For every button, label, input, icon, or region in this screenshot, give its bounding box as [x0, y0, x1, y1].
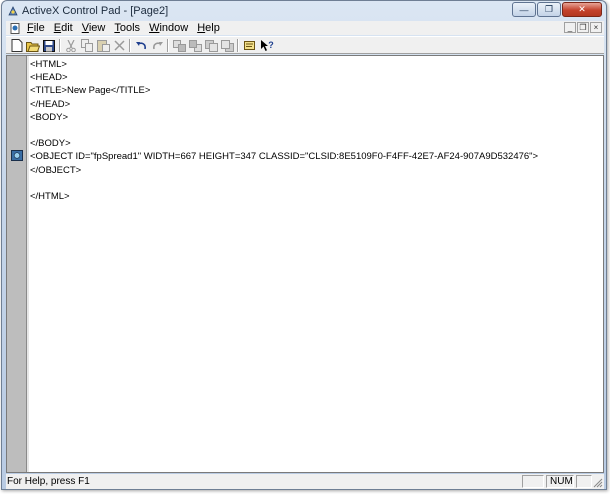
editor-code-area[interactable]: <HTML> <HEAD> <TITLE>New Page</TITLE> </… — [30, 58, 538, 203]
document-system-menu-icon[interactable] — [10, 22, 21, 34]
cut-scissors-icon — [66, 39, 76, 52]
code-line: </HTML> — [30, 190, 70, 202]
bring-forward-button[interactable] — [203, 38, 219, 53]
code-line: <OBJECT ID="fpSpread1" WIDTH=667 HEIGHT=… — [30, 151, 539, 163]
menu-help[interactable]: Help — [197, 22, 220, 34]
send-backward-icon — [220, 39, 234, 52]
mdi-minimize-button[interactable]: _ — [564, 22, 576, 33]
copy-icon — [80, 39, 93, 52]
status-pane-scroll — [576, 475, 592, 488]
menu-bar: File Edit View Tools Window Help _ ❐ × — [6, 21, 604, 35]
status-num-indicator: NUM — [546, 475, 574, 488]
code-line: </BODY> — [30, 138, 71, 150]
editor-gutter — [7, 56, 27, 472]
code-line: <HTML> — [30, 59, 67, 70]
cut-button[interactable] — [63, 38, 79, 53]
code-line: <HEAD> — [30, 72, 68, 84]
window-title: ActiveX Control Pad - [Page2] — [22, 5, 169, 17]
menu-edit[interactable]: Edit — [54, 22, 73, 34]
send-to-back-icon — [188, 39, 202, 52]
minimize-button[interactable]: — — [512, 2, 536, 17]
menu-window[interactable]: Window — [149, 22, 188, 34]
code-line: <TITLE>New Page</TITLE> — [30, 85, 151, 97]
svg-text:?: ? — [268, 40, 274, 50]
undo-button[interactable] — [133, 38, 149, 53]
bring-to-front-button[interactable] — [171, 38, 187, 53]
code-line: <BODY> — [30, 111, 69, 123]
copy-button[interactable] — [79, 38, 95, 53]
mdi-close-button[interactable]: × — [590, 22, 602, 33]
script-wizard-button[interactable] — [241, 38, 257, 53]
restore-button[interactable]: ❐ — [537, 2, 561, 17]
redo-arrow-icon — [152, 42, 163, 50]
paste-button[interactable] — [95, 38, 111, 53]
status-pane-empty — [522, 475, 544, 488]
script-wizard-scroll-icon — [243, 41, 255, 50]
code-line: </OBJECT> — [30, 164, 82, 176]
minimize-icon: — — [519, 4, 529, 15]
status-help-text: For Help, press F1 — [7, 476, 90, 487]
save-disk-icon — [43, 39, 55, 52]
save-button[interactable] — [41, 38, 57, 53]
context-help-icon: ? — [261, 40, 274, 51]
menu-tools[interactable]: Tools — [114, 22, 140, 34]
html-editor[interactable]: <HTML> <HEAD> <TITLE>New Page</TITLE> </… — [6, 55, 604, 473]
delete-x-icon — [113, 40, 125, 51]
application-window: ActiveX Control Pad - [Page2] — ❐ ✕ File… — [1, 0, 607, 490]
restore-icon: ❐ — [544, 4, 554, 14]
mdi-restore-button[interactable]: ❐ — [577, 22, 589, 33]
undo-arrow-icon — [135, 42, 146, 50]
activex-app-icon — [8, 6, 18, 16]
title-bar[interactable]: ActiveX Control Pad - [Page2] — ❐ ✕ — [2, 1, 606, 21]
menu-file[interactable]: File — [27, 22, 45, 34]
close-icon: ✕ — [578, 4, 586, 14]
help-context-button[interactable]: ? — [259, 38, 275, 53]
open-button[interactable] — [25, 38, 41, 53]
send-backward-button[interactable] — [219, 38, 235, 53]
close-button[interactable]: ✕ — [562, 2, 602, 17]
delete-button[interactable] — [111, 38, 127, 53]
new-button[interactable] — [9, 38, 25, 53]
object-marker-icon[interactable] — [11, 150, 23, 161]
code-line: </HEAD> — [30, 98, 71, 110]
bring-forward-icon — [204, 39, 218, 52]
resize-grip-icon[interactable] — [593, 478, 603, 488]
send-to-back-button[interactable] — [187, 38, 203, 53]
menu-view[interactable]: View — [82, 22, 106, 34]
bring-to-front-icon — [172, 39, 186, 52]
status-bar: For Help, press F1 NUM — [6, 474, 604, 489]
open-folder-icon — [26, 41, 40, 52]
paste-clipboard-icon — [96, 40, 110, 52]
toolbar: ? — [6, 36, 604, 54]
new-document-icon — [11, 39, 23, 52]
redo-button[interactable] — [149, 38, 165, 53]
